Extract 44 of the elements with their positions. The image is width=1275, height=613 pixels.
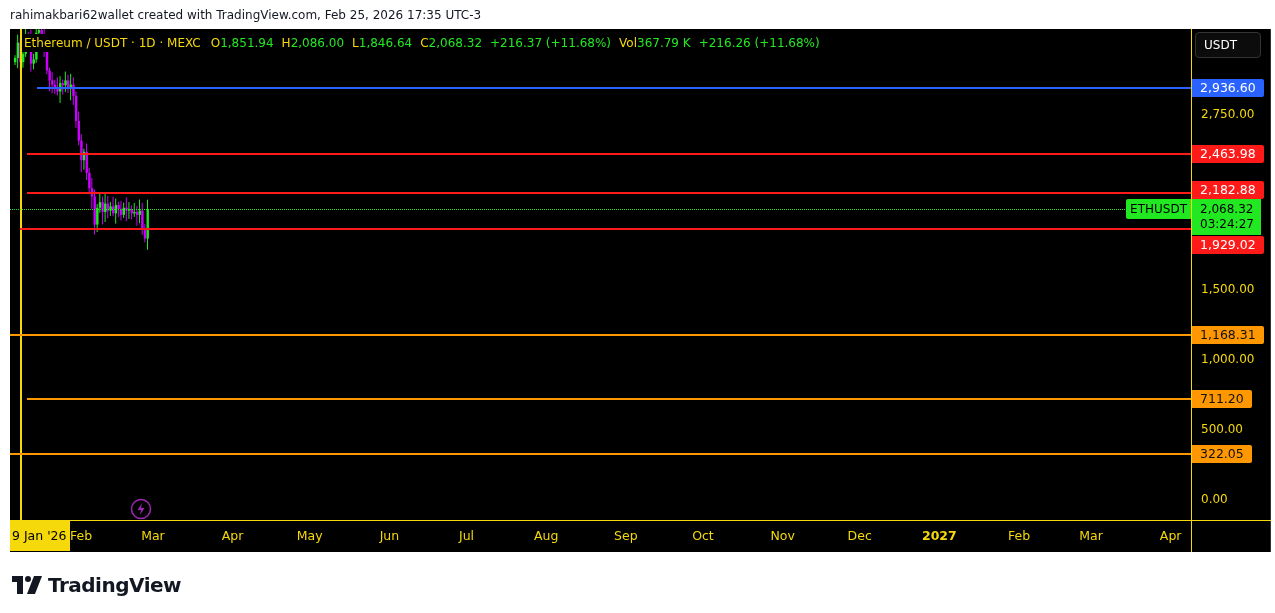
price-tick: 1,500.00 [1201,282,1255,296]
date-cursor-label: 9 Jan '26 [10,521,70,551]
time-axis-label: Mar [1079,527,1103,545]
symbol-title: Ethereum / USDT · 1D · MEXC [22,34,203,52]
time-axis-label: Oct [692,527,714,545]
time-axis-label: Jun [379,527,400,545]
volume-value: Vol367.79 K [619,35,691,52]
level-price-label: 2,463.98 [1192,145,1264,164]
change-value: +216.37 (+11.68%) [490,35,612,52]
time-axis-label: Apr [221,527,244,545]
logo-icon [12,576,42,594]
level-price-label: 2,182.88 [1192,181,1264,200]
ohlc-value: H2,086.00 [281,35,345,52]
price-tick: 0.00 [1201,492,1228,506]
price-tick: 2,750.00 [1201,107,1255,121]
time-axis-label: Apr [1159,527,1182,545]
level-price-label: 322.05 [1192,444,1252,463]
time-axis-label: Jul [458,527,475,545]
time-axis-label: Aug [533,527,559,545]
volume-change: +216.26 (+11.68%) [698,35,820,52]
time-axis-label: May [296,527,323,545]
currency-button[interactable]: USDT [1195,32,1261,58]
time-axis-label: Mar [141,527,165,545]
current-price: 2,068.32 [1200,202,1255,218]
price-tick: 1,000.00 [1201,352,1255,366]
ohlc-value: L1,846.64 [352,35,413,52]
ohlc-value: O1,851.94 [210,35,274,52]
chart-caption: rahimakbari62wallet created with TradingView.com, Feb 25, 2026 17:35 UTC-3 [10,6,482,24]
price-tick: 500.00 [1201,422,1243,436]
lightning-icon [130,498,152,520]
time-axis-label: Feb [1008,527,1031,545]
symbol-tag: ETHUSDT [1126,199,1191,220]
level-price-label: 2,936.60 [1192,78,1264,97]
time-axis-label: Sep [614,527,638,545]
time-axis-label: Feb [69,527,93,545]
brand-name: TradingView [48,572,182,599]
time-axis-label: 2027 [922,527,957,545]
level-price-label: 1,168.31 [1192,326,1264,345]
level-price-label: 1,929.02 [1192,236,1264,255]
bar-countdown: 03:24:27 [1200,217,1255,233]
time-axis-label: Dec [847,527,872,545]
level-price-label: 711.20 [1192,390,1252,409]
ohlc-value: C2,068.32 [420,35,482,52]
time-axis-label: Nov [770,527,795,545]
